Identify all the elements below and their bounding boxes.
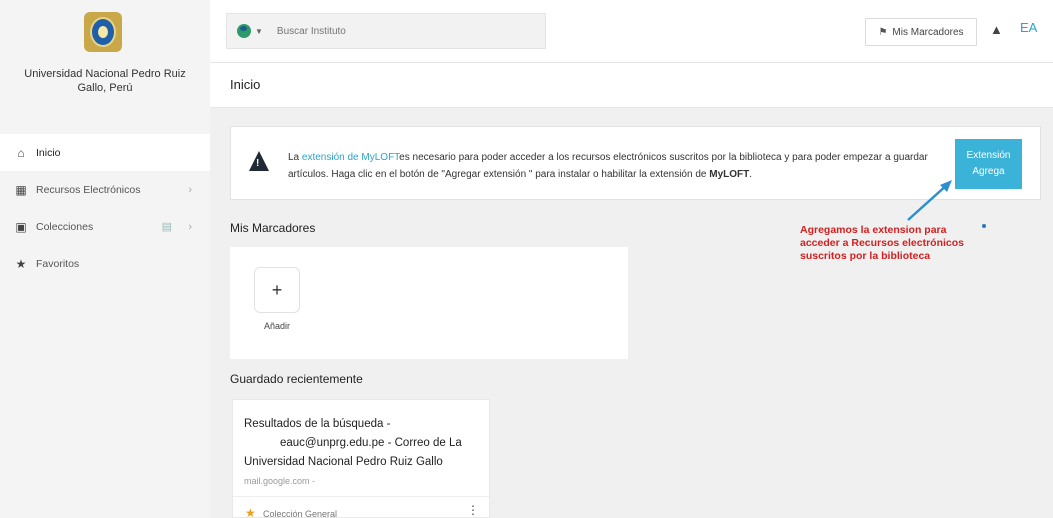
banner-text-suffix: . [749, 169, 753, 180]
sidebar-item-label: Colecciones [36, 220, 94, 233]
saved-item-url: mail.google.com - [244, 476, 316, 486]
add-folder-icon[interactable]: ▤ [162, 220, 172, 233]
search-bar: ▼ [226, 13, 546, 49]
more-options-icon[interactable]: ⋮ [467, 503, 479, 517]
banner-message: La extensión de MyLOFTes necesario para … [288, 149, 956, 183]
bookmarks-button[interactable]: ⚑ Mis Marcadores [865, 18, 977, 46]
add-bookmark-button[interactable]: + [254, 267, 300, 313]
chevron-right-icon: › [188, 183, 192, 196]
star-icon: ★ [15, 256, 27, 271]
sidebar-item-recursos[interactable]: ▦ Recursos Electrónicos › [0, 171, 210, 208]
sidebar-nav: ⌂ Inicio ▦ Recursos Electrónicos › ▣ Col… [0, 134, 210, 282]
saved-item-title-line1: Resultados de la búsqueda - [244, 418, 391, 430]
avatar[interactable]: EA [1020, 20, 1037, 35]
saved-item-collection: Colección General [263, 509, 338, 518]
bookmark-icon: ⚑ [878, 26, 888, 38]
sidebar-item-label: Inicio [36, 146, 61, 159]
add-extension-label-2: Agrega [972, 166, 1005, 177]
add-extension-button[interactable]: Extensión Agrega [955, 139, 1022, 189]
top-bar: ▼ ⚑ Mis Marcadores ▲ EA [210, 0, 1053, 63]
university-name: Universidad Nacional Pedro Ruiz Gallo, P… [24, 68, 186, 94]
globe-icon[interactable] [237, 24, 251, 38]
bookmarks-section-title: Mis Marcadores [230, 221, 316, 235]
books-icon: ▦ [15, 182, 27, 197]
chevron-right-icon: › [188, 220, 192, 233]
annotation-dot [982, 224, 986, 228]
bookmarks-button-label: Mis Marcadores [892, 26, 964, 38]
banner-text-prefix: La [288, 152, 302, 163]
add-bookmark-label: Añadir [263, 321, 290, 331]
saved-item-title-line2: eauc@unprg.edu.pe - Correo de La Univers… [244, 437, 462, 468]
sidebar-item-colecciones[interactable]: ▣ Colecciones ▤ › [0, 208, 210, 245]
annotation-arrow [907, 180, 952, 221]
add-extension-label-1: Extensión [966, 150, 1011, 161]
bell-icon[interactable]: ▲ [990, 22, 1003, 37]
sidebar-item-favoritos[interactable]: ★ Favoritos [0, 245, 210, 282]
university-logo [84, 12, 122, 52]
caret-down-icon[interactable]: ▼ [255, 27, 263, 36]
bookmarks-card: + Añadir [230, 247, 628, 359]
extension-link[interactable]: extensión de MyLOFT [302, 152, 399, 163]
sidebar: Universidad Nacional Pedro Ruiz Gallo, P… [0, 0, 210, 518]
home-icon: ⌂ [17, 145, 25, 160]
saved-item-card[interactable]: Resultados de la búsqueda - eauc@unprg.e… [232, 399, 491, 518]
recent-section-title: Guardado recientemente [230, 372, 363, 386]
plus-icon: + [271, 279, 283, 300]
star-icon[interactable]: ★ [245, 506, 256, 518]
sidebar-item-label: Favoritos [36, 257, 80, 270]
page-header: Inicio [210, 63, 1053, 108]
search-input[interactable] [276, 25, 507, 37]
page-title: Inicio [230, 77, 261, 92]
banner-text-bold: MyLOFT [709, 169, 750, 180]
saved-item-title[interactable]: Resultados de la búsqueda - eauc@unprg.e… [244, 415, 484, 472]
sidebar-item-label: Recursos Electrónicos [36, 183, 141, 196]
briefcase-icon: ▣ [15, 219, 27, 234]
annotation-text: Agregamos la extension para acceder a Re… [800, 224, 965, 262]
sidebar-item-inicio[interactable]: ⌂ Inicio [0, 134, 210, 171]
saved-item-footer: ★ Colección General ⋮ [233, 496, 491, 518]
